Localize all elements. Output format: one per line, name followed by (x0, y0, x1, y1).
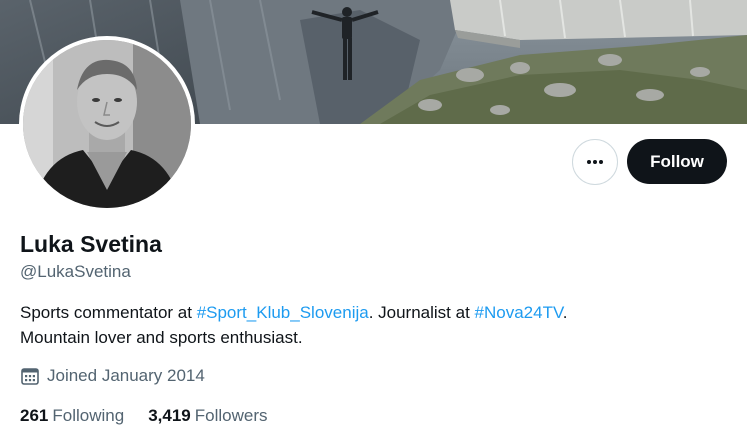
following-count: 261 (20, 406, 49, 425)
profile-page: Follow Luka Svetina @LukaSvetina Sports … (0, 0, 747, 447)
join-date-text: Joined January 2014 (47, 366, 205, 385)
bio-text: Sports commentator at (20, 303, 197, 322)
calendar-icon (21, 368, 39, 385)
follow-button-label: Follow (650, 151, 704, 171)
join-date: Joined January 2014 (20, 366, 205, 386)
follow-stats: 261 Following 3,419 Followers (20, 406, 291, 426)
following-label: Following (52, 406, 125, 425)
followers-link[interactable]: 3,419 Followers (148, 406, 267, 426)
followers-label: Followers (194, 406, 268, 425)
hashtag-link[interactable]: #Sport_Klub_Slovenija (197, 303, 369, 322)
followers-count: 3,419 (148, 406, 191, 425)
more-options-button[interactable] (572, 139, 618, 185)
user-handle: @LukaSvetina (20, 262, 131, 281)
profile-bio: Sports commentator at #Sport_Klub_Sloven… (20, 300, 720, 350)
follow-button[interactable]: Follow (627, 139, 727, 184)
bio-text: . Journalist at (368, 303, 475, 322)
display-name: Luka Svetina (20, 231, 162, 257)
following-link[interactable]: 261 Following (20, 406, 124, 426)
bio-text: Mountain lover and sports enthusiast. (20, 328, 303, 347)
bio-text: . (562, 303, 568, 322)
hashtag-link[interactable]: #Nova24TV (475, 303, 563, 322)
more-horizontal-icon (587, 160, 603, 164)
avatar-image (23, 40, 191, 208)
avatar[interactable] (19, 36, 195, 212)
